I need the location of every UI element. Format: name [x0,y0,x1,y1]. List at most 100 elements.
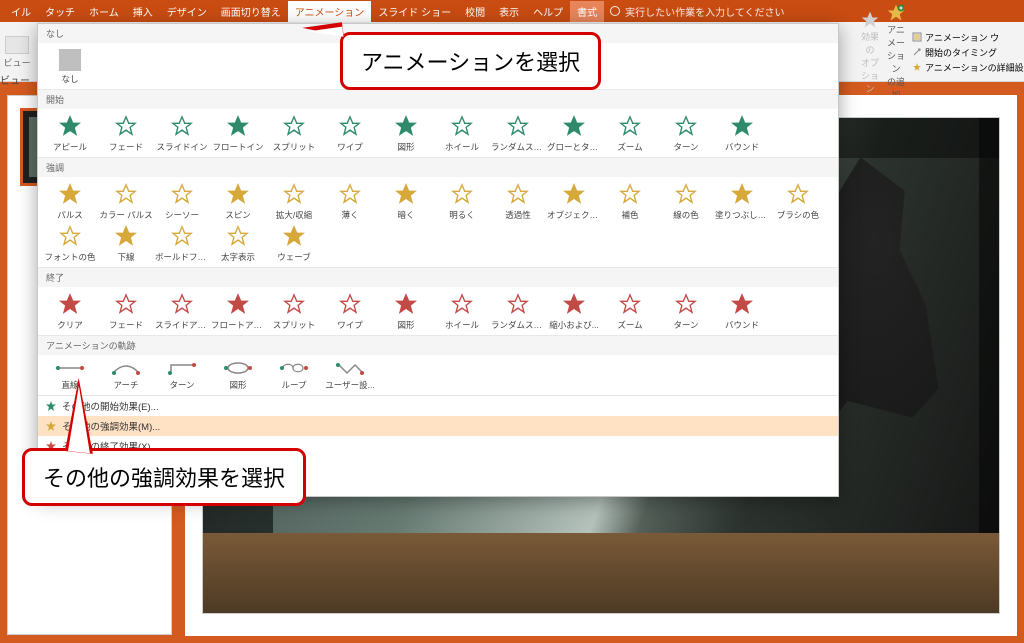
anim-item-1-4[interactable]: 拡大/収縮 [266,181,322,223]
tell-me-search[interactable]: 実行したい作業を入力してください [610,4,784,19]
anim-item-2-2[interactable]: スライドアウト [154,291,210,333]
none-icon [59,49,81,71]
ribbon-link-2[interactable]: アニメーションの詳細設 [912,61,1024,74]
anim-item-2-11[interactable]: ターン [658,291,714,333]
anim-item-0-10[interactable]: ズーム [602,113,658,155]
ribbon-vlinks: アニメーション ウ開始のタイミングアニメーションの詳細設 [912,31,1024,74]
star-icon [339,293,361,317]
anim-item-2-5[interactable]: ワイプ [322,291,378,333]
anim-item-2-3[interactable]: フロートアウト [210,291,266,333]
anim-item-1-17[interactable]: 太字表示 [210,223,266,265]
star-icon [619,115,641,139]
anim-item-1-5[interactable]: 薄く [322,181,378,223]
star-icon [283,225,305,249]
preview-label: ビュー [3,56,30,69]
anim-item-0-2[interactable]: スライドイン [154,113,210,155]
ribbon-link-0[interactable]: アニメーション ウ [912,31,1024,44]
anim-item-1-11[interactable]: 線の色 [658,181,714,223]
gallery-header-1: 強調 [38,157,838,177]
anim-item-3-3[interactable]: 図形 [210,359,266,393]
star-icon [59,183,81,207]
anim-item-2-6[interactable]: 図形 [378,291,434,333]
anim-item-1-14[interactable]: フォントの色 [42,223,98,265]
ribbon-tab-3[interactable]: 挿入 [126,1,160,22]
star-icon [731,183,753,207]
anim-item-2-4[interactable]: スプリット [266,291,322,333]
anim-item-0-12[interactable]: バウンド [714,113,770,155]
gallery-row-3: 直線アーチターン図形ループユーザー設... [38,355,838,395]
ribbon-tab-10[interactable]: ヘルプ [526,1,570,22]
anim-item-0-8[interactable]: ランダムスト... [490,113,546,155]
anim-item-1-8[interactable]: 透過性 [490,181,546,223]
anim-item-0-7[interactable]: ホイール [434,113,490,155]
gallery-footer-item-1[interactable]: その他の強調効果(M)... [38,416,838,436]
star-icon [563,183,585,207]
star-icon [283,183,305,207]
ribbon-tab-11[interactable]: 書式 [570,1,604,22]
anim-item-1-7[interactable]: 明るく [434,181,490,223]
anim-item-3-1[interactable]: アーチ [98,359,154,393]
star-icon [115,293,137,317]
anim-item-2-12[interactable]: バウンド [714,291,770,333]
star-icon [283,293,305,317]
ribbon-tab-1[interactable]: タッチ [38,1,82,22]
anim-item-3-5[interactable]: ユーザー設... [322,359,378,393]
star-icon [507,293,529,317]
ribbon-tab-4[interactable]: デザイン [160,1,214,22]
animation-none[interactable]: なし [42,47,98,87]
anim-item-0-4[interactable]: スプリット [266,113,322,155]
anim-item-0-11[interactable]: ターン [658,113,714,155]
anim-item-0-0[interactable]: アピール [42,113,98,155]
star-icon [171,183,193,207]
anim-item-3-2[interactable]: ターン [154,359,210,393]
anim-item-1-1[interactable]: カラー パルス [98,181,154,223]
anim-item-1-16[interactable]: ボールドフラ... [154,223,210,265]
anim-item-3-4[interactable]: ループ [266,359,322,393]
add-animation-button[interactable]: アニメーション の追加 [886,3,906,101]
ribbon-tab-7[interactable]: スライド ショー [371,1,458,22]
star-icon [395,293,417,317]
anim-item-2-9[interactable]: 縮小および... [546,291,602,333]
star-icon [731,115,753,139]
star-icon [451,293,473,317]
star-icon [619,293,641,317]
bulb-icon [610,6,620,16]
gallery-row-0: アピールフェードスライドインフロートインスプリットワイプ図形ホイールランダムスト… [38,109,838,157]
ribbon-tab-0[interactable]: イル [4,1,38,22]
anim-item-0-6[interactable]: 図形 [378,113,434,155]
anim-item-2-0[interactable]: クリア [42,291,98,333]
anim-item-2-7[interactable]: ホイール [434,291,490,333]
anim-item-0-9[interactable]: グローとターン [546,113,602,155]
anim-item-1-15[interactable]: 下線 [98,223,154,265]
anim-item-1-10[interactable]: 補色 [602,181,658,223]
anim-item-1-18[interactable]: ウェーブ [266,223,322,265]
ribbon-link-1[interactable]: 開始のタイミング [912,46,1024,59]
gallery-footer-item-0[interactable]: その他の開始効果(E)... [38,396,838,416]
preview-thumb-icon [5,36,29,54]
star-icon [283,115,305,139]
ribbon-tab-5[interactable]: 画面切り替え [214,1,288,22]
anim-item-0-3[interactable]: フロートイン [210,113,266,155]
ribbon-tab-8[interactable]: 校閲 [458,1,492,22]
anim-item-2-8[interactable]: ランダムスト... [490,291,546,333]
ribbon-tab-6[interactable]: アニメーション [288,1,372,22]
anim-item-0-5[interactable]: ワイプ [322,113,378,155]
anim-item-1-12[interactable]: 塗りつぶしの色 [714,181,770,223]
anim-item-1-2[interactable]: シーソー [154,181,210,223]
ribbon-tab-9[interactable]: 表示 [492,1,526,22]
anim-item-1-9[interactable]: オブジェクト ... [546,181,602,223]
anim-item-2-10[interactable]: ズーム [602,291,658,333]
star-icon [46,401,56,411]
anim-item-1-3[interactable]: スピン [210,181,266,223]
anim-item-1-13[interactable]: ブラシの色 [770,181,826,223]
star-icon [111,361,141,377]
star-icon [860,10,880,30]
star-icon [395,183,417,207]
animation-gallery-dropdown: なし なし 開始アピールフェードスライドインフロートインスプリットワイプ図形ホイ… [37,23,839,497]
anim-item-1-0[interactable]: パルス [42,181,98,223]
star-icon [563,293,585,317]
ribbon-tab-2[interactable]: ホーム [82,1,126,22]
anim-item-0-1[interactable]: フェード [98,113,154,155]
anim-item-1-6[interactable]: 暗く [378,181,434,223]
anim-item-2-1[interactable]: フェード [98,291,154,333]
